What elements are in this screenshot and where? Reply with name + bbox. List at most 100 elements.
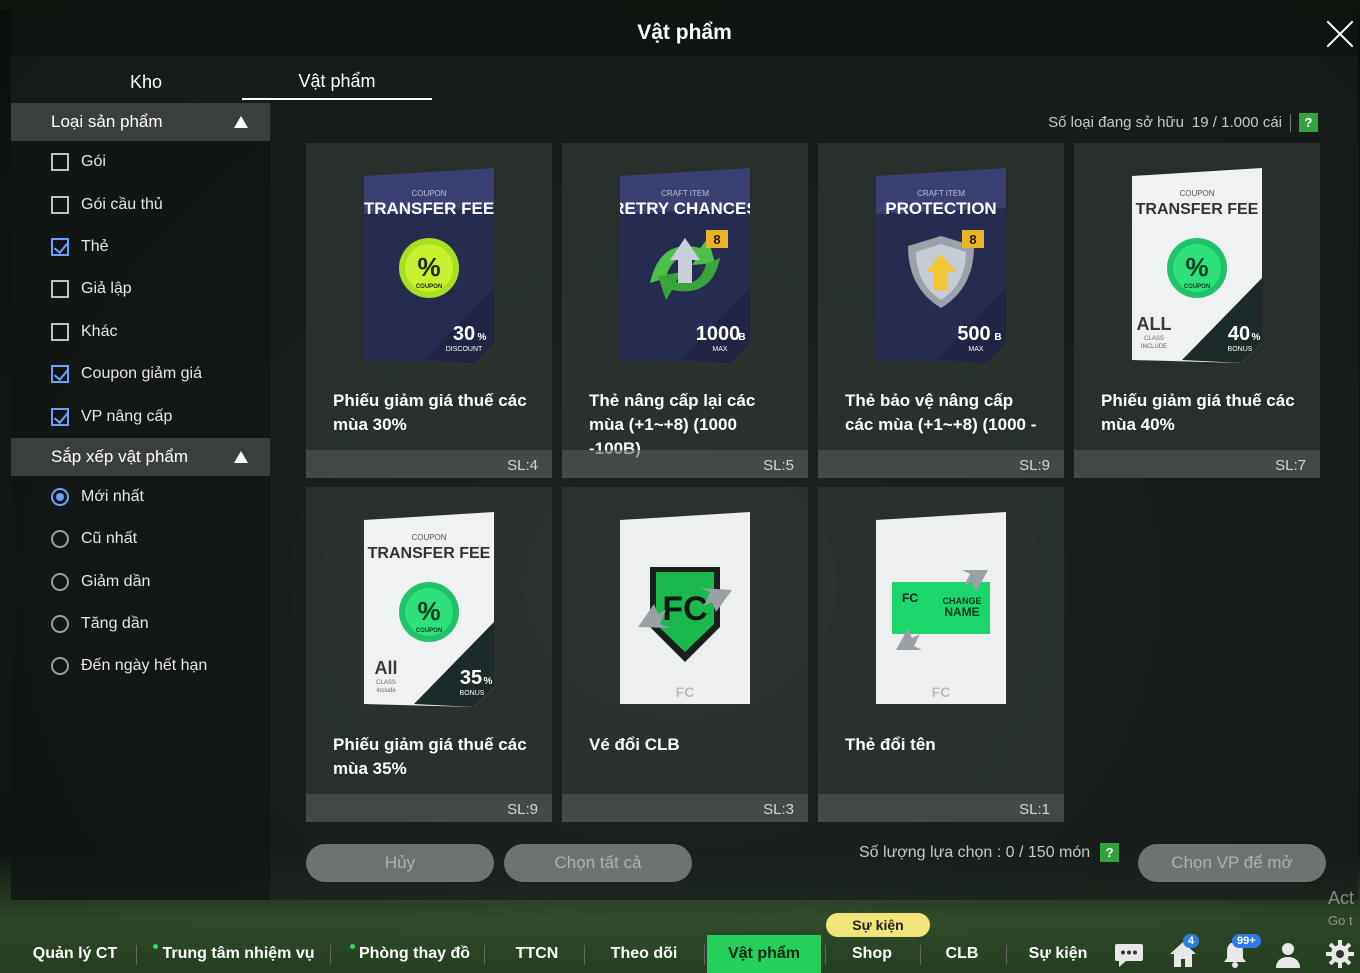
product-type-title: Loại sản phẩm	[51, 112, 163, 131]
item-card[interactable]: FC FC Vé đổi CLB SL:3	[562, 487, 808, 822]
filter-option-label: Khác	[81, 322, 118, 340]
card-art-text: %	[417, 596, 440, 626]
checkbox[interactable]	[51, 322, 69, 341]
card-art-text: 30	[453, 323, 475, 345]
event-pill[interactable]: Sự kiện	[826, 913, 930, 937]
owned-label: Số loại đang sở hữu	[1048, 114, 1184, 131]
item-name: Phiếu giảm giá thuế các mùa 40%	[1101, 391, 1295, 434]
sort-option[interactable]: Giảm dần	[11, 561, 270, 603]
item-quantity: SL:5	[763, 457, 794, 474]
radio-button[interactable]	[51, 572, 69, 591]
select-all-button[interactable]: Chọn tất cả	[504, 844, 692, 882]
radio-button[interactable]	[51, 615, 69, 634]
item-card[interactable]: COUPON TRANSFER FEE % COUPON 30 % DISCOU…	[306, 143, 552, 478]
checkbox[interactable]	[51, 237, 69, 256]
nav-divider	[1006, 945, 1007, 965]
sort-options: Mới nhất Cũ nhất Giảm dần Tăng dần Đến ngày …	[11, 476, 270, 688]
owned-count: Số loại đang sở hữu 19 / 1.000 cái ?	[1048, 113, 1318, 132]
checkbox[interactable]	[51, 195, 69, 214]
nav-item-label: Trung tâm nhiệm vụ	[162, 945, 315, 962]
filter-option[interactable]: VP nâng cấp	[11, 395, 270, 437]
bell-icon[interactable]: 99+	[1218, 934, 1261, 971]
item-card-art: CRAFT ITEM RETRY CHANCES 8 1000 B MAX	[612, 168, 758, 368]
sort-title: Sắp xếp vật phẩm	[51, 446, 189, 466]
card-art-text: COUPON	[1184, 284, 1210, 290]
owned-value: 19 / 1.000 cái	[1191, 114, 1282, 131]
filter-option[interactable]: Gói cầu thủ	[11, 183, 270, 225]
item-name: Vé đổi CLB	[589, 735, 680, 754]
help-icon[interactable]: ?	[1299, 113, 1318, 132]
help-icon[interactable]: ?	[1100, 843, 1120, 862]
nav-item-label: Quản lý CT	[32, 945, 118, 962]
home-icon[interactable]: 4	[1166, 934, 1200, 971]
nav-item[interactable]: Quản lý CT	[18, 935, 132, 973]
nav-item[interactable]: TTCN	[494, 935, 580, 973]
filter-option[interactable]: Giả lập	[11, 268, 270, 310]
nav-item[interactable]: Sự kiện	[1012, 935, 1104, 973]
card-art-text: NAME	[944, 605, 979, 619]
sort-option[interactable]: Cũ nhất	[11, 518, 270, 560]
radio-button[interactable]	[51, 487, 69, 506]
nav-divider	[484, 945, 485, 965]
top-strip	[0, 0, 1360, 10]
cancel-button[interactable]: Hủy	[306, 844, 494, 882]
card-art-text: TRANSFER FEE	[1136, 201, 1259, 218]
item-quantity: SL:9	[1019, 457, 1050, 474]
fc-logo-text: FC	[662, 590, 707, 628]
nav-item[interactable]: Theo dõi	[588, 935, 700, 973]
item-card[interactable]: CRAFT ITEM PROTECTION 8 500 B MAX Thẻ bả…	[818, 143, 1064, 478]
filter-sidebar: Loại sản phẩm Gói Gói cầu thủ Thẻ Giả lập Kh…	[11, 103, 270, 900]
profile-icon[interactable]	[1271, 937, 1305, 971]
collapse-triangle-icon	[234, 116, 248, 128]
card-art-text: DISCOUNT	[446, 346, 483, 353]
product-type-header[interactable]: Loại sản phẩm	[11, 103, 270, 141]
card-art-text: PROTECTION	[885, 199, 996, 218]
chat-icon[interactable]	[1112, 937, 1146, 971]
radio-button[interactable]	[51, 530, 69, 549]
item-name: Phiếu giảm giá thuế các mùa 30%	[333, 391, 527, 434]
filter-option[interactable]: Coupon giảm giá	[11, 353, 270, 395]
radio-button[interactable]	[51, 657, 69, 676]
item-card[interactable]: COUPON TRANSFER FEE % COUPON ALL CLASS I…	[1074, 143, 1320, 478]
item-card[interactable]: CRAFT ITEM RETRY CHANCES 8 1000 B MAX Th…	[562, 143, 808, 478]
watermark-line1: Act	[1328, 888, 1355, 908]
item-card[interactable]: COUPON TRANSFER FEE % COUPON All CLASS I…	[306, 487, 552, 822]
sort-header[interactable]: Sắp xếp vật phẩm	[11, 437, 270, 476]
filter-option[interactable]: Thẻ	[11, 226, 270, 268]
card-art-text: CLASS	[376, 680, 396, 686]
filter-option-label: Gói	[81, 153, 106, 171]
selection-label: Số lượng lựa chọn : 0 / 150 món	[859, 843, 1091, 861]
filter-option[interactable]: Gói	[11, 141, 270, 183]
checkbox[interactable]	[51, 280, 69, 299]
checkbox[interactable]	[51, 407, 69, 426]
card-art-text: B	[994, 332, 1001, 343]
nav-item[interactable]: Vật phẩm	[707, 935, 821, 973]
nav-item[interactable]: Trung tâm nhiệm vụ	[142, 935, 326, 973]
item-card[interactable]: CHANGE NAME FC FC Thẻ đổi tên SL:1	[818, 487, 1064, 822]
sort-option-label: Đến ngày hết hạn	[81, 657, 208, 675]
open-selected-button[interactable]: Chọn VP để mở	[1138, 844, 1326, 882]
nav-item[interactable]: Shop	[828, 935, 916, 973]
card-art-text: %	[1185, 252, 1208, 282]
checkbox[interactable]	[51, 365, 69, 384]
sort-option[interactable]: Mới nhất	[11, 476, 270, 518]
filter-option-label: VP nâng cấp	[81, 407, 173, 425]
card-art-text: MAX	[712, 346, 728, 353]
item-card-art: FC FC	[620, 512, 750, 712]
divider	[1290, 113, 1291, 132]
settings-icon[interactable]	[1323, 937, 1357, 971]
notification-dot	[153, 943, 159, 949]
checkbox[interactable]	[51, 153, 69, 172]
sort-option[interactable]: Đến ngày hết hạn	[11, 645, 270, 687]
nav-item[interactable]: CLB	[922, 935, 1002, 973]
tab-vat-pham[interactable]: Vật phẩm	[242, 64, 432, 100]
close-icon[interactable]	[1322, 16, 1358, 52]
sort-option[interactable]: Tăng dần	[11, 603, 270, 645]
nav-item[interactable]: Phòng thay đồ	[340, 935, 480, 973]
watermark-line2: Go t	[1328, 913, 1353, 928]
tab-kho[interactable]: Kho	[51, 64, 241, 100]
nav-item-label: CLB	[945, 945, 979, 962]
nav-item-label: TTCN	[515, 945, 559, 962]
card-art-text: B	[738, 332, 745, 343]
filter-option[interactable]: Khác	[11, 311, 270, 353]
